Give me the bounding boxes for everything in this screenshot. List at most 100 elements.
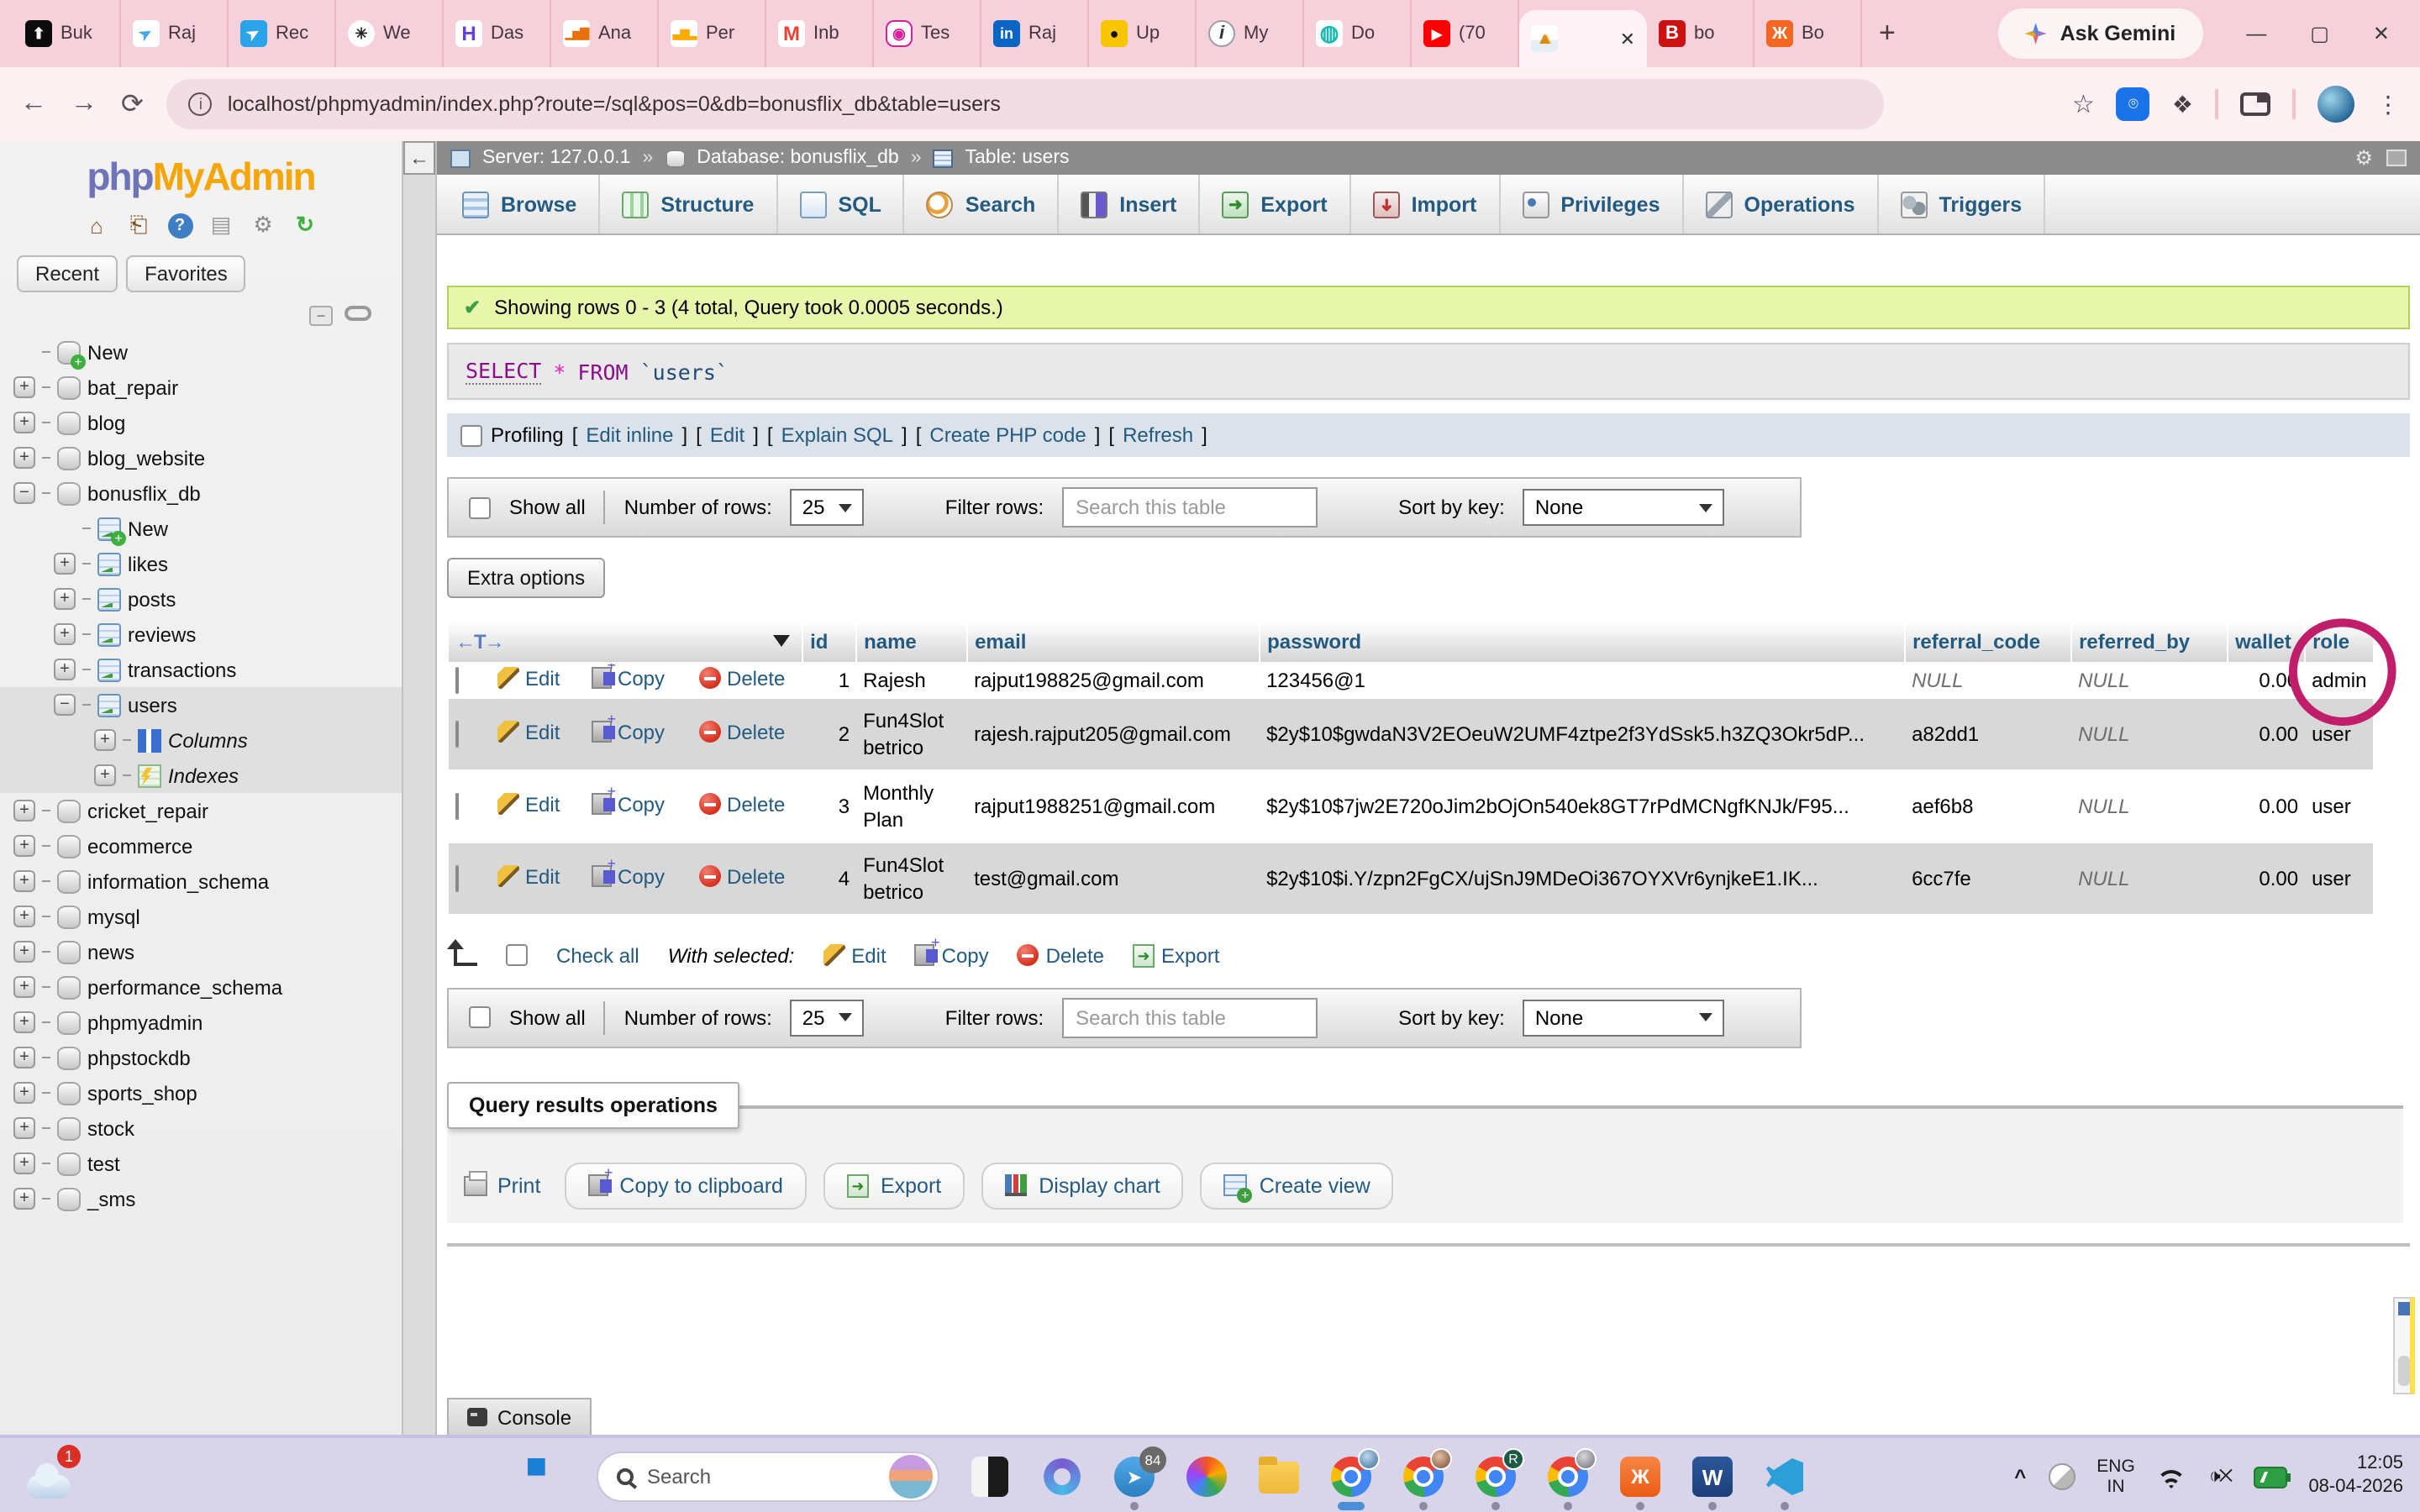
edit-inline-link[interactable]: Edit inline: [586, 423, 673, 447]
tree-item-database[interactable]: +blog_website: [0, 440, 402, 475]
tree-item-database[interactable]: +stock: [0, 1110, 402, 1146]
expand-icon[interactable]: +: [54, 623, 76, 645]
tree-item-database[interactable]: +cricket_repair: [0, 793, 402, 828]
tab-export[interactable]: Export: [1200, 175, 1350, 234]
extra-options-button[interactable]: Extra options: [447, 558, 605, 598]
tree-item-database[interactable]: +blog: [0, 405, 402, 440]
recent-tab[interactable]: Recent: [17, 255, 118, 292]
browser-tab[interactable]: Raj: [981, 0, 1089, 67]
profiling-checkbox[interactable]: [460, 424, 482, 446]
address-bar[interactable]: i localhost/phpmyadmin/index.php?route=/…: [167, 79, 1885, 129]
chrome-active-button[interactable]: [1329, 1455, 1373, 1499]
expand-icon[interactable]: +: [13, 941, 35, 963]
browser-tab[interactable]: Up: [1089, 0, 1197, 67]
side-panel-icon[interactable]: [2240, 92, 2270, 116]
weather-widget[interactable]: 1: [27, 1452, 77, 1502]
copy-selected-link[interactable]: Copy: [915, 943, 989, 967]
browser-tab[interactable]: My: [1197, 0, 1304, 67]
new-tab-button[interactable]: +: [1879, 17, 1896, 50]
expand-icon[interactable]: +: [13, 412, 35, 433]
expand-icon[interactable]: +: [54, 588, 76, 610]
display-chart-button[interactable]: Display chart: [981, 1162, 1184, 1209]
link-with-main-icon[interactable]: [345, 306, 371, 321]
browser-menu-icon[interactable]: ⋮: [2376, 90, 2400, 118]
console-tab[interactable]: Console: [447, 1398, 592, 1435]
edit-link[interactable]: Edit: [497, 864, 560, 888]
home-icon[interactable]: ⌂: [83, 212, 110, 239]
collapse-icon[interactable]: −: [54, 694, 76, 716]
tree-item-database[interactable]: +phpmyadmin: [0, 1005, 402, 1040]
tree-item-database[interactable]: +phpstockdb: [0, 1040, 402, 1075]
column-header-role[interactable]: role: [2305, 622, 2372, 662]
browser-tab[interactable]: (70: [1412, 0, 1519, 67]
expand-icon[interactable]: +: [13, 870, 35, 892]
explain-sql-link[interactable]: Explain SQL: [781, 423, 893, 447]
browser-tab[interactable]: Bo: [1754, 0, 1862, 67]
chrome-profile3-button[interactable]: R: [1474, 1455, 1518, 1499]
snip-app-button[interactable]: [968, 1455, 1012, 1499]
xampp-button[interactable]: Ж: [1618, 1455, 1662, 1499]
tree-item-new-table[interactable]: New: [0, 511, 402, 546]
expand-icon[interactable]: +: [94, 729, 116, 751]
column-header-referred-by[interactable]: referred_by: [2071, 622, 2228, 662]
collapse-icon[interactable]: −: [13, 482, 35, 504]
tree-item-database[interactable]: +sports_shop: [0, 1075, 402, 1110]
browser-tab-active-phpmyadmin[interactable]: ✕: [1519, 10, 1647, 67]
breadcrumb-server[interactable]: Server: 127.0.0.1: [482, 148, 630, 168]
row-checkbox[interactable]: [455, 721, 458, 748]
tree-item-database[interactable]: +_sms: [0, 1181, 402, 1216]
tree-item-database[interactable]: +ecommerce: [0, 828, 402, 864]
check-all-checkbox[interactable]: [506, 944, 528, 966]
breadcrumb-database[interactable]: Database: bonusflix_db: [697, 148, 898, 168]
edit-link[interactable]: Edit: [710, 423, 744, 447]
logout-icon[interactable]: ⎗: [125, 212, 152, 239]
file-explorer-button[interactable]: [1257, 1455, 1301, 1499]
collapse-all-icon[interactable]: −: [309, 306, 333, 326]
vscode-button[interactable]: [1763, 1455, 1807, 1499]
tree-item-database[interactable]: +bat_repair: [0, 370, 402, 405]
export-button[interactable]: Export: [823, 1162, 965, 1209]
sidebar-scroll-strip[interactable]: ←: [403, 141, 437, 1435]
edit-link[interactable]: Edit: [497, 666, 560, 690]
start-button[interactable]: [524, 1455, 568, 1499]
tab-sql[interactable]: SQL: [777, 175, 904, 234]
refresh-icon[interactable]: ↻: [292, 212, 318, 239]
show-all-checkbox[interactable]: [469, 496, 491, 518]
help-icon[interactable]: ?: [167, 213, 192, 238]
column-header-email[interactable]: email: [967, 622, 1260, 662]
breadcrumb-table[interactable]: Table: users: [965, 148, 1070, 168]
options-triangle-icon[interactable]: [773, 636, 790, 648]
expand-icon[interactable]: +: [13, 376, 35, 398]
delete-link[interactable]: Delete: [698, 721, 785, 744]
browser-tab[interactable]: Per: [659, 0, 766, 67]
profile-avatar[interactable]: [2317, 86, 2354, 123]
language-indicator[interactable]: ENGIN: [2096, 1457, 2135, 1497]
panel-toggle-icon[interactable]: [2386, 150, 2407, 166]
tree-item-new-database[interactable]: New: [0, 334, 402, 370]
tree-item-table[interactable]: +likes: [0, 546, 402, 581]
sort-by-key-select[interactable]: None: [1523, 999, 1725, 1036]
tree-item-database[interactable]: +performance_schema: [0, 969, 402, 1005]
expand-icon[interactable]: +: [54, 659, 76, 680]
page-scrollbar[interactable]: [2393, 1297, 2415, 1394]
create-view-button[interactable]: Create view: [1201, 1162, 1394, 1209]
expand-icon[interactable]: +: [13, 1082, 35, 1104]
tag-extension-icon[interactable]: ⌾: [2117, 87, 2150, 121]
clock[interactable]: 12:0508-04-2026: [2308, 1454, 2403, 1500]
filter-rows-input[interactable]: [1062, 997, 1318, 1037]
loop-app-button[interactable]: [1040, 1455, 1084, 1499]
documentation-icon[interactable]: ▤: [208, 212, 234, 239]
tab-close-icon[interactable]: ✕: [1620, 28, 1635, 50]
expand-icon[interactable]: +: [13, 800, 35, 822]
tree-item-database-bonusflix[interactable]: −bonusflix_db: [0, 475, 402, 511]
expand-icon[interactable]: +: [13, 835, 35, 857]
delete-link[interactable]: Delete: [698, 666, 785, 690]
copilot-button[interactable]: [1185, 1455, 1228, 1499]
copy-link[interactable]: Copy: [591, 864, 665, 888]
ask-gemini-button[interactable]: Ask Gemini: [1998, 8, 2203, 59]
tab-structure[interactable]: Structure: [600, 175, 777, 234]
tree-item-indexes[interactable]: +Indexes: [0, 758, 402, 793]
browser-tab[interactable]: bo: [1647, 0, 1754, 67]
page-settings-gear-icon[interactable]: ⚙: [2354, 146, 2373, 170]
column-header-referral-code[interactable]: referral_code: [1905, 622, 2071, 662]
